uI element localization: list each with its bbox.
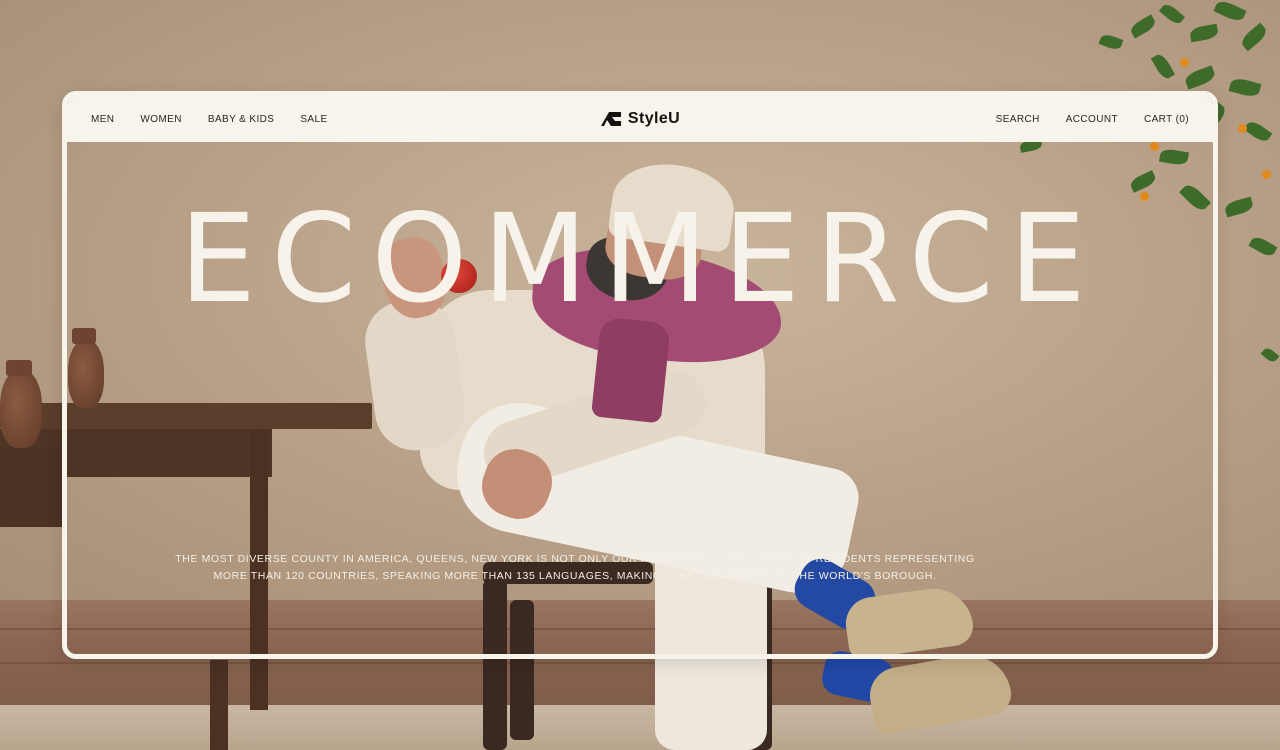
nav-sale[interactable]: SALE (300, 110, 327, 129)
brand-logo-link[interactable]: StyleU (600, 110, 680, 128)
stylized-s-logo-icon (600, 112, 621, 126)
nav-utility: SEARCH ACCOUNT CART (0) (680, 110, 1189, 129)
nav-cart[interactable]: CART (0) (1144, 110, 1189, 129)
brand-name: StyleU (627, 110, 681, 127)
nav-account[interactable]: ACCOUNT (1066, 110, 1118, 129)
nav-primary: MEN WOMEN BABY & KIDS SALE (91, 110, 600, 129)
clay-vase (0, 370, 42, 448)
nav-baby-kids[interactable]: BABY & KIDS (208, 110, 274, 129)
nav-men[interactable]: MEN (91, 110, 114, 129)
side-cabinet (0, 447, 62, 527)
floor (0, 705, 1280, 750)
nav-women[interactable]: WOMEN (140, 110, 181, 129)
nav-search[interactable]: SEARCH (996, 110, 1040, 129)
hero-description: THE MOST DIVERSE COUNTY IN AMERICA, QUEE… (175, 553, 975, 582)
top-navbar: MEN WOMEN BABY & KIDS SALE StyleU SEARCH… (67, 96, 1213, 142)
